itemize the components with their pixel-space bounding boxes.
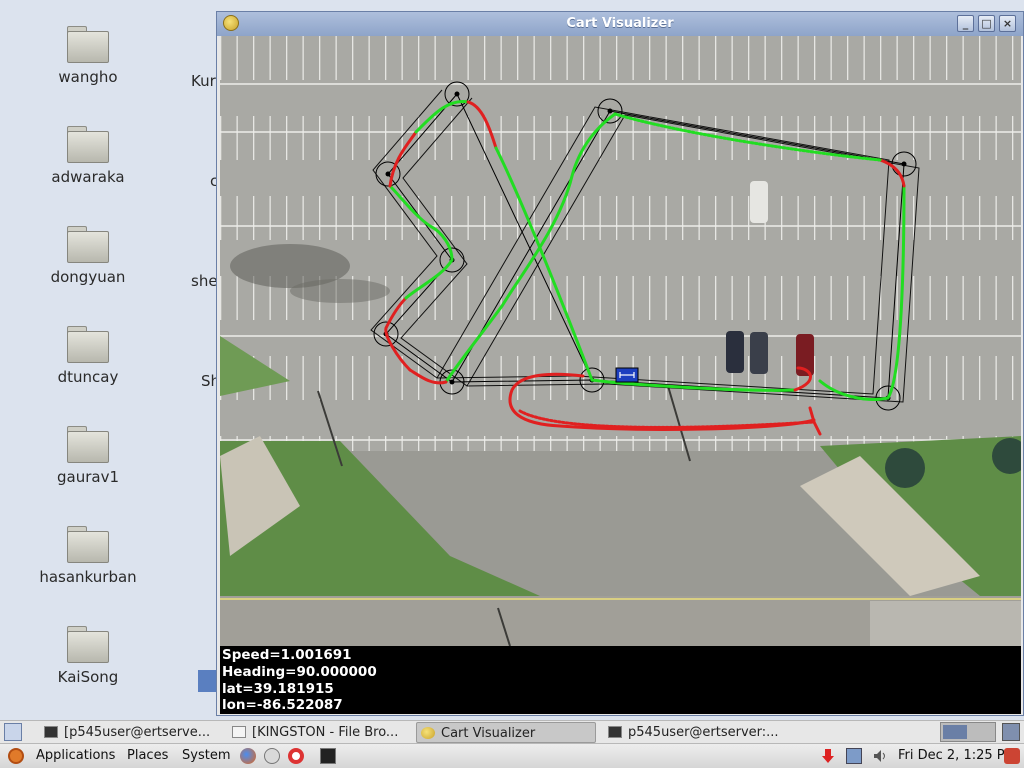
desktop-icon-dtuncay[interactable]: dtuncay	[28, 326, 148, 386]
workspace-1[interactable]	[943, 725, 967, 739]
window-titlebar[interactable]: Cart Visualizer _ □ ×	[217, 12, 1023, 36]
desktop-icon-label: wangho	[58, 68, 118, 86]
task-terminal-1[interactable]: [p545user@ertserve...	[40, 722, 220, 743]
speed-readout: Speed=1.001691	[222, 647, 352, 663]
window-list-taskbar: [p545user@ertserve... [KINGSTON - File B…	[0, 720, 1024, 744]
desktop-icon-label-partial[interactable]: Kur	[191, 72, 216, 90]
telemetry-readout: Speed=1.001691 Heading=90.000000 lat=39.…	[220, 646, 1021, 714]
task-label: [p545user@ertserve...	[64, 725, 211, 740]
desktop-icon-label: KaiSong	[57, 668, 119, 686]
task-cart-visualizer[interactable]: Cart Visualizer	[416, 722, 596, 743]
folder-icon	[67, 26, 109, 63]
folder-icon	[67, 626, 109, 663]
lat-readout: lat=39.181915	[222, 680, 334, 697]
folder-icon	[67, 226, 109, 263]
task-label: p545user@ertserver:...	[628, 725, 779, 740]
system-menu[interactable]: System	[182, 748, 230, 763]
folder-icon	[67, 126, 109, 163]
help-icon[interactable]	[288, 748, 304, 764]
terminal-icon	[44, 726, 58, 738]
volume-icon[interactable]	[872, 748, 888, 764]
close-button[interactable]: ×	[999, 15, 1016, 32]
desktop-icon-label: dtuncay	[57, 368, 119, 386]
trash-icon[interactable]	[1002, 723, 1020, 741]
cart-visualizer-window: Cart Visualizer _ □ × Speed=1.001691 Hea…	[216, 11, 1024, 716]
folder-icon	[67, 426, 109, 463]
file-browser-icon	[232, 726, 246, 738]
cart-marker-icon[interactable]	[615, 367, 639, 383]
desktop-icon-gaurav1[interactable]: gaurav1	[28, 426, 148, 486]
task-label: Cart Visualizer	[441, 726, 536, 741]
places-menu[interactable]: Places	[127, 748, 168, 763]
desktop-icon-label-partial[interactable]: she	[191, 272, 218, 290]
window-title: Cart Visualizer	[566, 16, 674, 31]
gnome-panel: Applications Places System Fri Dec 2, 1:…	[0, 744, 1024, 768]
python-icon	[421, 727, 435, 739]
desktop-icon-label-partial-highlight[interactable]	[198, 670, 216, 692]
folder-icon	[67, 526, 109, 563]
ubuntu-logo-icon[interactable]	[8, 748, 24, 764]
desktop-icon-label: gaurav1	[57, 468, 119, 486]
desktop-icon-adwaraka[interactable]: adwaraka	[28, 126, 148, 186]
task-label: [KINGSTON - File Bro...	[252, 725, 399, 740]
desktop-icon-hasankurban[interactable]: hasankurban	[28, 526, 148, 586]
lon-readout: lon=-86.522087	[222, 697, 343, 714]
heading-readout: Heading=90.000000	[222, 663, 377, 680]
update-notifier-icon[interactable]	[820, 748, 836, 764]
desktop-icon-wangho[interactable]: wangho	[28, 26, 148, 86]
task-file-browser[interactable]: [KINGSTON - File Bro...	[228, 722, 408, 743]
task-terminal-2[interactable]: p545user@ertserver:...	[604, 722, 784, 743]
terminal-launcher-icon[interactable]	[320, 748, 336, 764]
show-desktop-button[interactable]	[4, 723, 22, 741]
applications-menu[interactable]: Applications	[36, 748, 115, 763]
network-icon[interactable]	[846, 748, 862, 764]
workspace-switcher[interactable]	[940, 722, 996, 742]
firefox-icon[interactable]	[240, 748, 256, 764]
desktop-icon-label: dongyuan	[50, 268, 126, 286]
folder-icon	[67, 326, 109, 363]
map-canvas[interactable]: Speed=1.001691 Heading=90.000000 lat=39.…	[220, 36, 1021, 714]
desktop-icon-dongyuan[interactable]: dongyuan	[28, 226, 148, 286]
maximize-button[interactable]: □	[978, 15, 995, 32]
desktop-icon-label: adwaraka	[51, 168, 125, 186]
minimize-button[interactable]: _	[957, 15, 974, 32]
parking-lot-map	[220, 36, 1021, 647]
clock[interactable]: Fri Dec 2, 1:25 PM	[898, 748, 1016, 763]
desktop-icon-label: hasankurban	[39, 568, 137, 586]
desktop-icon-kaisong[interactable]: KaiSong	[28, 626, 148, 686]
shutdown-icon[interactable]	[1004, 748, 1020, 764]
terminal-icon	[608, 726, 622, 738]
mail-icon[interactable]	[264, 748, 280, 764]
